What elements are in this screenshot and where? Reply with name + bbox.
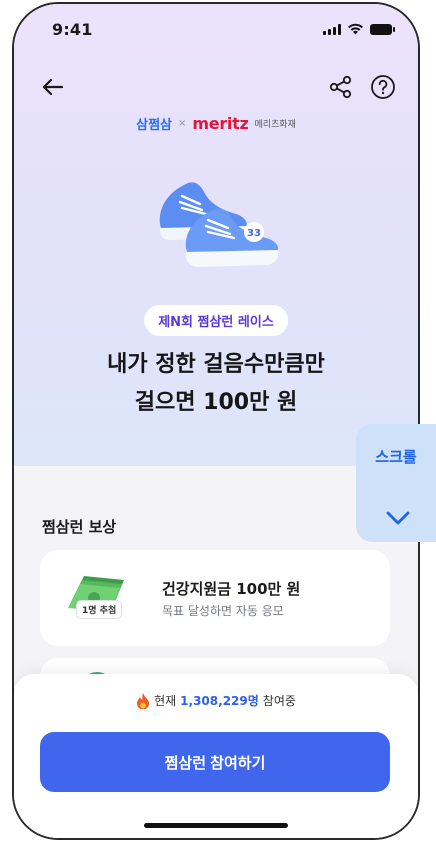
chevron-down-icon bbox=[386, 511, 410, 525]
scroll-hint-button[interactable]: 스크롤 bbox=[356, 424, 436, 542]
sneakers-illustration: 33 bbox=[159, 182, 279, 267]
nav-bar bbox=[14, 70, 418, 106]
winner-count-badge: 1명 추첨 bbox=[76, 600, 123, 619]
svg-text:33: 33 bbox=[247, 228, 261, 239]
brand-separator: × bbox=[178, 118, 187, 129]
brand-logos: 삼쩜삼 × meritz 메리츠화재 bbox=[14, 114, 418, 133]
hero-section: 9:41 삼쩜삼 × meritz 메리츠화재 33 제N회 쩜삼런 레이스 내… bbox=[14, 4, 418, 466]
headline-line-1: 내가 정한 걸음수만큼만 bbox=[107, 352, 325, 377]
meritz-logo-sub: 메리츠화재 bbox=[254, 120, 296, 130]
signal-icon bbox=[323, 23, 341, 35]
meritz-logo: meritz bbox=[192, 114, 249, 133]
headline-line-2: 걸으면 100만 원 bbox=[134, 390, 298, 415]
reward-desc: 목표 달성하면 자동 응모 bbox=[162, 604, 284, 618]
participants-prefix: 현재 bbox=[154, 694, 177, 708]
reward-title: 건강지원금 100만 원 bbox=[162, 580, 301, 598]
phone-frame: 9:41 삼쩜삼 × meritz 메리츠화재 33 제N회 쩜삼런 레이스 내… bbox=[12, 2, 420, 840]
participant-status: 현재 1,308,229명 참여중 bbox=[14, 692, 418, 709]
page-headline: 내가 정한 걸음수만큼만 걸으면 100만 원 bbox=[14, 346, 418, 422]
battery-icon bbox=[370, 23, 395, 35]
status-bar: 9:41 bbox=[14, 4, 418, 50]
wifi-icon bbox=[348, 23, 363, 35]
status-icons bbox=[323, 23, 395, 35]
samjjeom-logo: 삼쩜삼 bbox=[136, 118, 173, 133]
participants-suffix: 참여중 bbox=[262, 694, 296, 708]
participants-count: 1,308,229명 bbox=[180, 694, 259, 708]
bottom-sheet: 현재 1,308,229명 참여중 쩜삼런 참여하기 bbox=[14, 674, 418, 838]
scroll-hint-label: 스크롤 bbox=[375, 448, 417, 466]
section-title: 쩜삼런 보상 bbox=[42, 518, 117, 536]
home-indicator bbox=[144, 823, 288, 828]
fire-icon bbox=[137, 692, 150, 709]
arrow-left-icon[interactable] bbox=[38, 72, 68, 102]
share-icon[interactable] bbox=[326, 72, 356, 102]
help-circle-icon[interactable] bbox=[368, 72, 398, 102]
race-badge: 제N회 쩜삼런 레이스 bbox=[144, 305, 288, 336]
reward-card[interactable]: 1명 추첨 건강지원금 100만 원 목표 달성하면 자동 응모 bbox=[40, 550, 390, 646]
status-time: 9:41 bbox=[52, 20, 93, 39]
join-button[interactable]: 쩜삼런 참여하기 bbox=[40, 732, 390, 792]
